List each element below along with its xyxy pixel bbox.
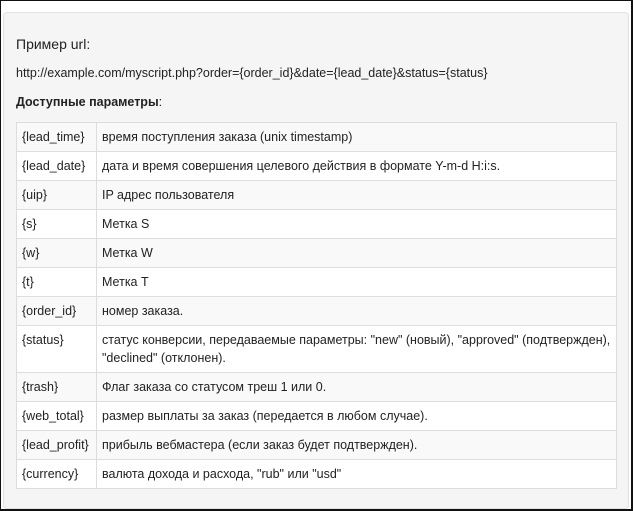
table-row: {uip} IP адрес пользователя <box>16 180 617 210</box>
param-key: {w} <box>16 238 97 268</box>
params-heading-label: Доступные параметры <box>16 95 159 109</box>
param-description: размер выплаты за заказ (передается в лю… <box>96 401 617 431</box>
table-row: {trash} Флаг заказа со статусом треш 1 и… <box>16 372 617 402</box>
table-row: {web_total} размер выплаты за заказ (пер… <box>16 401 617 431</box>
param-description: валюта дохода и расхода, "rub" или "usd" <box>96 459 617 489</box>
example-url-title: Пример url: <box>16 36 91 52</box>
example-url-text: http://example.com/myscript.php?order={o… <box>16 66 488 80</box>
info-panel: Пример url: http://example.com/myscript.… <box>3 12 629 509</box>
param-key: {lead_time} <box>16 122 97 152</box>
param-key: {web_total} <box>16 401 97 431</box>
param-description: номер заказа. <box>96 296 617 326</box>
table-row: {currency} валюта дохода и расхода, "rub… <box>16 459 617 489</box>
param-description: статус конверсии, передаваемые параметры… <box>96 325 617 373</box>
param-key: {currency} <box>16 459 97 489</box>
table-row: {t} Метка T <box>16 267 617 297</box>
param-key: {order_id} <box>16 296 97 326</box>
params-table: {lead_time} время поступления заказа (un… <box>16 122 617 489</box>
param-key: {t} <box>16 267 97 297</box>
param-key: {trash} <box>16 372 97 402</box>
params-heading: Доступные параметры: <box>16 93 162 111</box>
table-row: {w} Метка W <box>16 238 617 268</box>
param-key: {status} <box>16 325 97 373</box>
param-description: Метка W <box>96 238 617 268</box>
table-row: {status} статус конверсии, передаваемые … <box>16 325 617 373</box>
param-description: Метка T <box>96 267 617 297</box>
table-row: {lead_profit} прибыль вебмастера (если з… <box>16 430 617 460</box>
param-description: IP адрес пользователя <box>96 180 617 210</box>
params-heading-colon: : <box>158 95 163 109</box>
param-description: Флаг заказа со статусом треш 1 или 0. <box>96 372 617 402</box>
param-description: время поступления заказа (unix timestamp… <box>96 122 617 152</box>
param-description: дата и время совершения целевого действи… <box>96 151 617 181</box>
param-key: {lead_date} <box>16 151 97 181</box>
param-description: прибыль вебмастера (если заказ будет под… <box>96 430 617 460</box>
table-row: {s} Метка S <box>16 209 617 239</box>
param-description: Метка S <box>96 209 617 239</box>
param-key: {uip} <box>16 180 97 210</box>
table-row: {lead_time} время поступления заказа (un… <box>16 122 617 152</box>
param-key: {lead_profit} <box>16 430 97 460</box>
param-key: {s} <box>16 209 97 239</box>
window-frame: Пример url: http://example.com/myscript.… <box>0 0 633 511</box>
table-row: {order_id} номер заказа. <box>16 296 617 326</box>
table-row: {lead_date} дата и время совершения целе… <box>16 151 617 181</box>
